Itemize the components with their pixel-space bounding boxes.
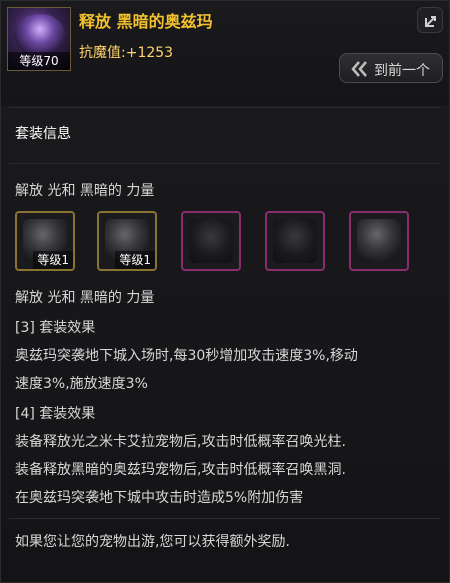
magic-resistance-stat: 抗魔值:+1253 (79, 45, 174, 61)
set-effect-3-header: [3] 套装效果 (15, 320, 96, 336)
pet-set-info-panel: 等级70 释放 黑暗的奥兹玛 抗魔值:+1253 到前一个 套装信息 解放 光和… (0, 0, 450, 583)
footer-divider (9, 518, 441, 519)
previous-button[interactable]: 到前一个 (339, 53, 443, 83)
set-item-icon-1[interactable]: 等级1 (15, 211, 75, 271)
set-item-icon-5[interactable] (349, 211, 409, 271)
set-item-level: 等级1 (33, 251, 73, 269)
pet-gear-icon (357, 219, 401, 263)
set-effect-3-line-2: 速度3%,施放速度3% (15, 376, 148, 392)
set-item-icon-4[interactable] (265, 211, 325, 271)
set-item-icon-2[interactable]: 等级1 (97, 211, 157, 271)
item-header: 等级70 释放 黑暗的奥兹玛 抗魔值:+1253 到前一个 (1, 1, 449, 105)
header-divider (9, 107, 441, 108)
item-title: 释放 黑暗的奥兹玛 (79, 12, 213, 31)
set-effect-4-line-1: 装备释放光之米卡艾拉宠物后,攻击时低概率召唤光柱. (15, 434, 346, 450)
double-chevron-left-icon (351, 61, 367, 77)
set-effect-4-line-2: 装备释放黑暗的奥兹玛宠物后,攻击时低概率召唤黑洞. (15, 462, 346, 478)
set-effect-4-line-3: 在奥兹玛突袭地下城中攻击时造成5%附加伤害 (15, 490, 304, 506)
set-effect-4-header: [4] 套装效果 (15, 406, 96, 422)
pet-gear-icon (273, 219, 317, 263)
section-divider (9, 163, 441, 164)
avatar-level-badge: 等级70 (8, 52, 70, 70)
set-item-icons: 等级1 等级1 (15, 211, 445, 275)
pet-avatar: 等级70 (7, 7, 71, 71)
open-external-icon (425, 16, 436, 27)
open-external-button[interactable] (417, 7, 443, 33)
previous-button-label: 到前一个 (374, 63, 430, 79)
pet-gear-icon (189, 219, 233, 263)
set-item-icon-3[interactable] (181, 211, 241, 271)
liberation-title-2: 解放 光和 黑暗的 力量 (15, 290, 155, 306)
set-section-title: 套装信息 (15, 126, 71, 142)
set-item-level: 等级1 (115, 251, 155, 269)
liberation-title-1: 解放 光和 黑暗的 力量 (15, 183, 155, 199)
set-effect-3-line-1: 奥兹玛突袭地下城入场时,每30秒增加攻击速度3%,移动 (15, 348, 358, 364)
footer-note: 如果您让您的宠物出游,您可以获得额外奖励. (15, 534, 290, 550)
